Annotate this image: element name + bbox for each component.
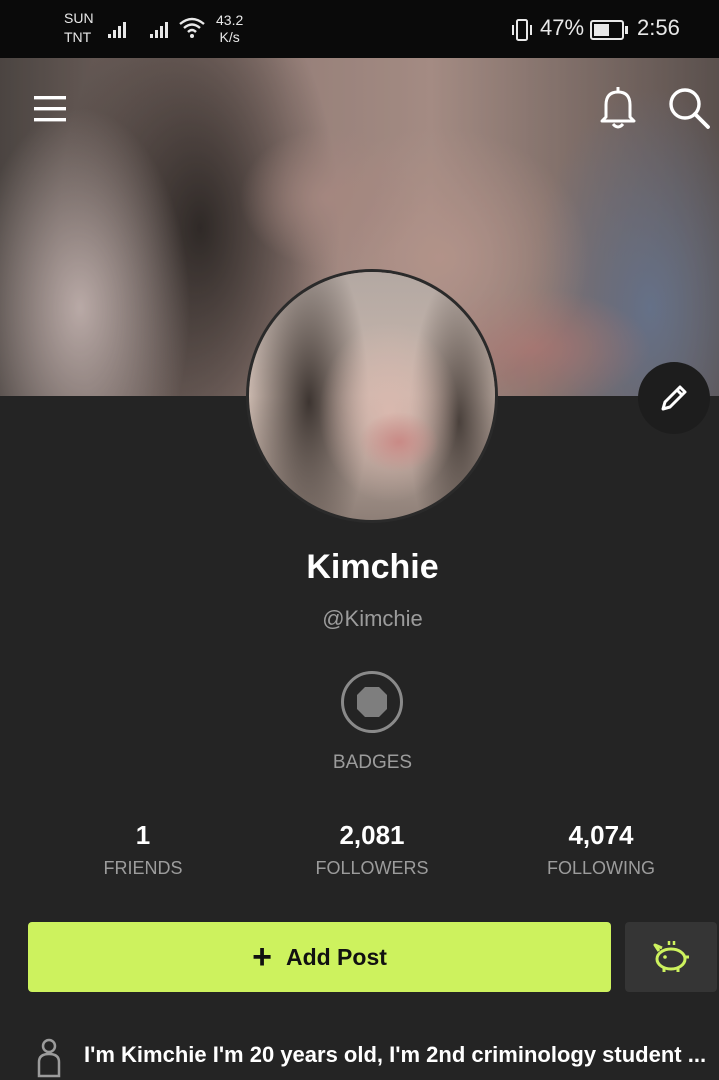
friends-count: 1	[135, 820, 151, 850]
search-icon	[669, 88, 710, 129]
vibrate-icon	[512, 19, 532, 41]
network-speed-unit: K/s	[219, 29, 240, 45]
notifications-button[interactable]	[596, 83, 640, 131]
bio-text: I'm Kimchie I'm 20 years old, I'm 2nd cr…	[84, 1042, 707, 1067]
clock: 2:56	[637, 15, 680, 40]
signal-strength-icon	[150, 22, 168, 38]
plus-icon: +	[252, 938, 272, 976]
badges-label: BADGES	[332, 752, 413, 773]
edit-profile-button[interactable]	[638, 362, 710, 434]
wifi-icon	[179, 17, 205, 38]
battery-icon	[590, 20, 628, 40]
status-bar: SUN TNT 43.2 K/s 47% 2:56	[0, 0, 719, 58]
carrier-names: SUN TNT	[64, 9, 94, 47]
signal-strength-icon	[108, 22, 126, 38]
carrier-2: TNT	[64, 29, 92, 45]
network-speed: 43.2 K/s	[216, 12, 243, 46]
followers-label: FOLLOWERS	[315, 858, 429, 878]
following-count: 4,074	[568, 820, 634, 850]
bio-row[interactable]: I'm Kimchie I'm 20 years old, I'm 2nd cr…	[0, 1030, 719, 1080]
piggy-bank-icon	[653, 941, 689, 972]
piggy-bank-button[interactable]	[625, 922, 717, 992]
add-post-label: Add Post	[285, 943, 387, 970]
bell-icon	[600, 87, 636, 129]
following-label: FOLLOWING	[546, 858, 655, 878]
octagon-badge-icon	[341, 671, 403, 733]
followers-count: 2,081	[339, 820, 405, 850]
person-icon	[37, 1038, 61, 1078]
friends-stat[interactable]: 1 FRIENDS	[33, 818, 253, 879]
network-speed-value: 43.2	[216, 12, 244, 28]
profile-name: Kimchie	[306, 548, 439, 586]
hamburger-menu-icon	[34, 96, 66, 122]
profile-avatar[interactable]	[249, 272, 495, 520]
profile-handle: @Kimchie	[322, 606, 423, 631]
friends-label: FRIENDS	[103, 858, 183, 878]
carrier-1: SUN	[64, 10, 94, 26]
battery-percentage: 47%	[540, 15, 585, 40]
search-button[interactable]	[666, 85, 712, 131]
badges-button[interactable]	[340, 670, 404, 734]
followers-stat[interactable]: 2,081 FOLLOWERS	[262, 818, 482, 879]
following-stat[interactable]: 4,074 FOLLOWING	[491, 818, 711, 879]
menu-button[interactable]	[30, 94, 70, 124]
pencil-icon	[661, 385, 687, 411]
add-post-button[interactable]: + Add Post	[28, 922, 611, 992]
